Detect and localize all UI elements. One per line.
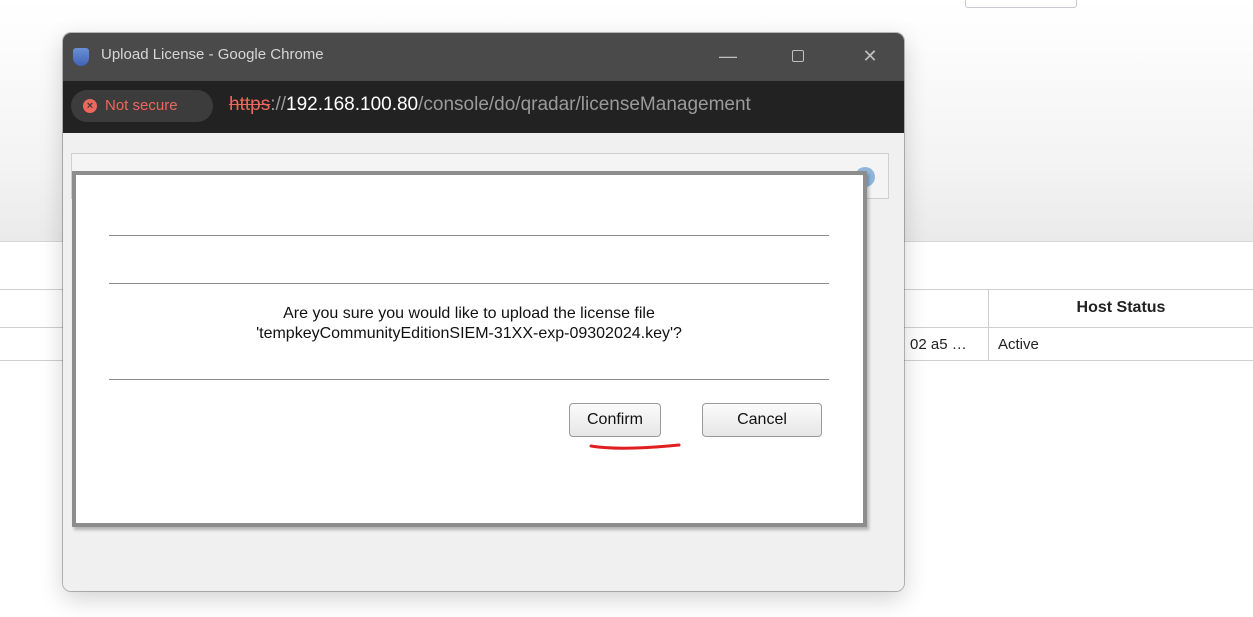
maximize-icon: [792, 49, 804, 62]
close-button[interactable]: ✕: [855, 43, 885, 69]
chrome-popup-window: Upload License - Google Chrome — ✕ × Not…: [63, 33, 904, 591]
url-text[interactable]: https://192.168.100.80/console/do/qradar…: [229, 94, 751, 116]
address-bar: × Not secure https://192.168.100.80/cons…: [63, 81, 904, 133]
url-separator: ://: [270, 94, 287, 115]
table-cell-truncated-value: 02 a5 …: [910, 336, 967, 353]
confirm-upload-dialog: Are you sure you would like to upload th…: [72, 171, 867, 527]
window-titlebar[interactable]: Upload License - Google Chrome — ✕: [63, 33, 904, 81]
security-badge-label: Not secure: [105, 97, 178, 114]
table-header-partial[interactable]: [904, 289, 988, 327]
confirm-button[interactable]: Confirm: [569, 403, 661, 437]
background-top-tab[interactable]: [965, 0, 1077, 8]
dialog-message-line2: 'tempkeyCommunityEditionSIEM-31XX-exp-09…: [256, 325, 682, 342]
screen: Host Status 02 a5 … Active Upload Licens…: [0, 0, 1253, 617]
url-host: 192.168.100.80: [286, 94, 419, 115]
window-title: Upload License - Google Chrome: [101, 46, 324, 63]
minimize-button[interactable]: —: [713, 43, 743, 69]
red-underline-annotation: [589, 443, 681, 450]
cancel-button[interactable]: Cancel: [702, 403, 822, 437]
dialog-divider-top: [109, 235, 829, 236]
dialog-divider-middle: [109, 283, 829, 284]
dialog-message-line1: Are you sure you would like to upload th…: [283, 305, 655, 322]
dialog-divider-bottom: [109, 379, 829, 380]
table-header-host-status[interactable]: Host Status: [989, 289, 1253, 327]
url-scheme: https: [229, 94, 271, 115]
app-shield-icon: [73, 48, 89, 66]
security-badge[interactable]: × Not secure: [71, 90, 213, 122]
window-content: Are you sure you would like to upload th…: [63, 133, 904, 591]
url-path: /console/do/qradar/licenseManagement: [418, 94, 751, 115]
table-cell-host-status: Active: [998, 336, 1039, 353]
warning-x-icon: ×: [83, 99, 97, 113]
maximize-button[interactable]: [783, 43, 813, 69]
